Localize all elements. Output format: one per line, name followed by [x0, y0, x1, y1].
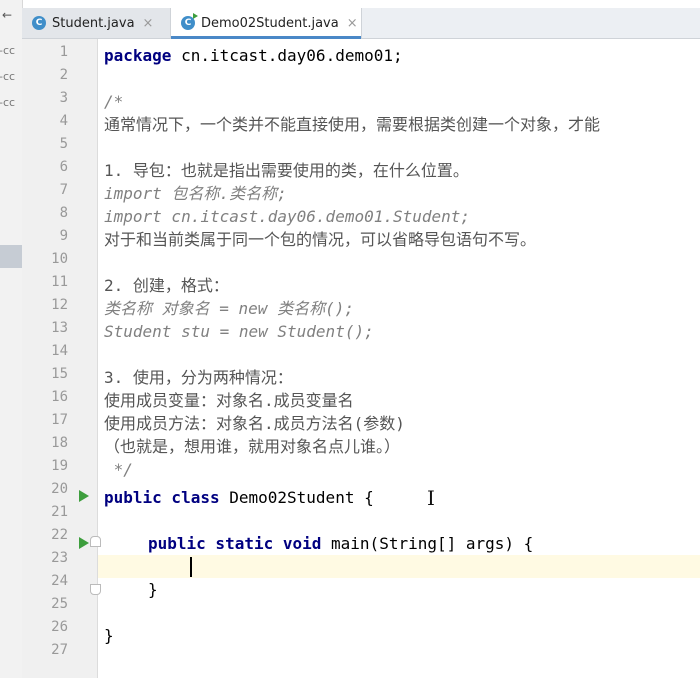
line-number: 9: [59, 228, 68, 244]
line-number: 15: [51, 366, 68, 382]
tab-label: Student.java: [52, 15, 135, 31]
line-number: 24: [51, 573, 68, 589]
code-line-16[interactable]: 使用成员变量：对象名.成员变量名: [104, 389, 354, 412]
code-line-11[interactable]: 2. 创建，格式：: [104, 274, 229, 297]
code-text: Demo02Student {: [219, 488, 374, 507]
line-number: 21: [51, 504, 68, 520]
code-line-13[interactable]: Student stu = new Student();: [104, 320, 374, 343]
line-number: 26: [51, 619, 68, 635]
line-number: 4: [59, 113, 68, 129]
code-line-6[interactable]: 1. 导包：也就是指出需要使用的类，在什么位置。: [104, 159, 469, 182]
line-number: 13: [51, 320, 68, 336]
code-line-17[interactable]: 使用成员方法：对象名.成员方法名(参数): [104, 412, 405, 435]
java-class-icon: C: [32, 16, 46, 30]
tab-label: Demo02Student.java: [201, 15, 339, 31]
tab-student-java[interactable]: C Student.java ×: [22, 8, 171, 38]
run-main-icon[interactable]: [79, 537, 89, 549]
code-line-22[interactable]: public static void main(String[] args) {: [148, 532, 533, 555]
code-line-24[interactable]: }: [148, 578, 158, 601]
code-line-9[interactable]: 对于和当前类属于同一个包的情况，可以省略导包语句不写。: [104, 228, 536, 251]
line-number: 1: [59, 44, 68, 60]
line-number: 27: [51, 642, 68, 658]
line-number: 18: [51, 435, 68, 451]
keyword: package: [104, 46, 172, 65]
code-line-1[interactable]: package cn.itcast.day06.demo01;: [104, 44, 403, 67]
java-class-run-icon: C: [181, 13, 198, 30]
run-class-icon[interactable]: [79, 490, 89, 502]
line-number: 2: [59, 67, 68, 83]
line-number: 6: [59, 159, 68, 175]
code-line-20[interactable]: public class Demo02Student {: [104, 486, 374, 509]
code-line-18[interactable]: （也就是，想用谁，就用对象名点儿谁。）: [104, 435, 400, 458]
project-panel-strip: ← -cc -cc -cc: [0, 0, 23, 678]
keyword: public static void: [148, 534, 322, 553]
line-number: 10: [51, 251, 68, 267]
mouse-ibeam-cursor-icon: I: [427, 486, 435, 510]
code-line-4[interactable]: 通常情况下，一个类并不能直接使用，需要根据类创建一个对象，才能: [104, 113, 600, 136]
tree-item-fragment[interactable]: -cc: [0, 70, 15, 83]
close-icon[interactable]: ×: [143, 16, 154, 31]
line-number: 25: [51, 596, 68, 612]
code-line-26[interactable]: }: [104, 624, 114, 647]
tree-item-fragment[interactable]: -cc: [0, 44, 15, 57]
line-number: 14: [51, 343, 68, 359]
text-caret: [190, 557, 192, 577]
line-number: 22: [51, 527, 68, 543]
tree-item-fragment[interactable]: -cc: [0, 96, 15, 109]
code-text: cn.itcast.day06.demo01;: [171, 46, 403, 65]
code-line-8[interactable]: import cn.itcast.day06.demo01.Student;: [104, 205, 470, 228]
tab-demo02student-java[interactable]: C Demo02Student.java ×: [171, 8, 362, 39]
line-number: 3: [59, 90, 68, 106]
fold-marker-icon[interactable]: [90, 584, 101, 595]
current-line-highlight: [98, 555, 700, 578]
line-number: 17: [51, 412, 68, 428]
tree-selection-highlight: [0, 245, 22, 268]
close-icon[interactable]: ×: [347, 16, 358, 31]
code-line-3[interactable]: /*: [104, 90, 123, 113]
line-number: 11: [51, 274, 68, 290]
line-number: 23: [51, 550, 68, 566]
line-number: 12: [51, 297, 68, 313]
code-text: main(String[] args) {: [321, 534, 534, 553]
back-arrow-icon[interactable]: ←: [2, 8, 12, 22]
editor-tab-bar: C Student.java × C Demo02Student.java ×: [22, 8, 700, 39]
fold-marker-icon[interactable]: [90, 536, 101, 547]
line-number: 20: [51, 481, 68, 497]
editor-gutter[interactable]: 1 2 3 4 5 6 7 8 9 10 11 12 13 14 15 16 1…: [22, 39, 101, 678]
line-number: 7: [59, 182, 68, 198]
line-number: 5: [59, 136, 68, 152]
line-number: 16: [51, 389, 68, 405]
code-line-19[interactable]: */: [104, 458, 133, 481]
line-number: 8: [59, 205, 68, 221]
line-number: 19: [51, 458, 68, 474]
code-line-15[interactable]: 3. 使用，分为两种情况：: [104, 366, 293, 389]
keyword: public class: [104, 488, 220, 507]
code-line-7[interactable]: import 包名称.类名称;: [104, 182, 287, 205]
code-line-12[interactable]: 类名称 对象名 = new 类名称();: [104, 297, 354, 320]
